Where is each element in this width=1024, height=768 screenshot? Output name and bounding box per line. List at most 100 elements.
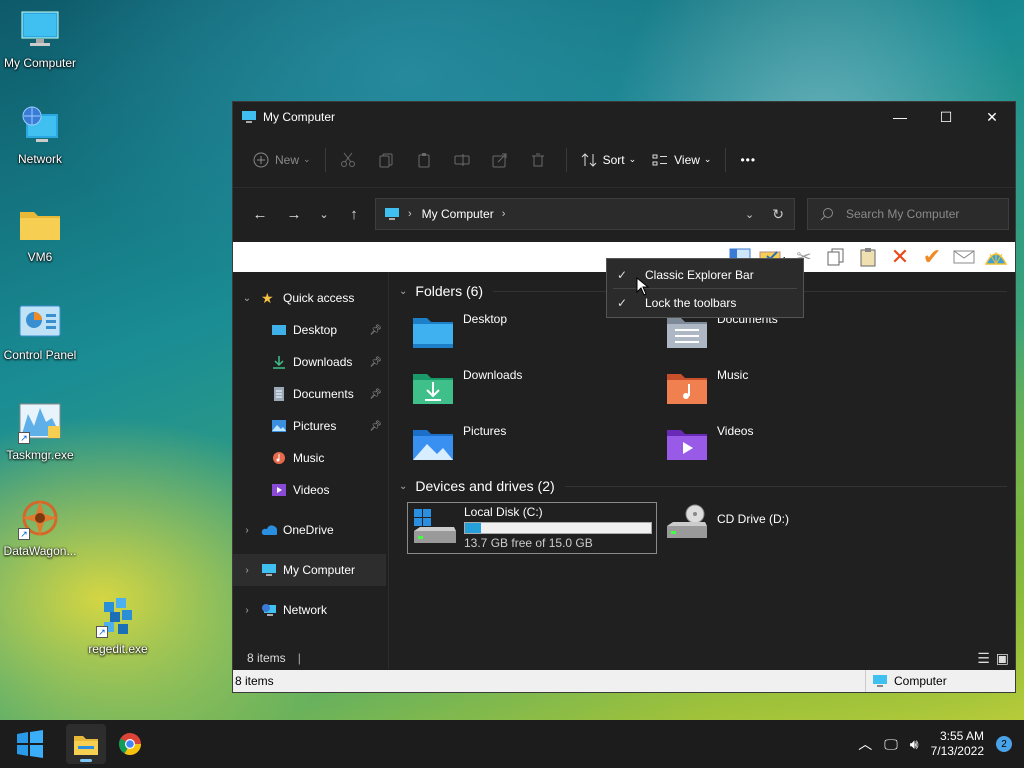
folder-tile-music[interactable]: Music: [665, 368, 905, 418]
paste-icon[interactable]: [855, 244, 881, 270]
more-options-button[interactable]: •••: [732, 144, 764, 176]
desktop-icon-label: VM6: [27, 250, 53, 264]
clock[interactable]: 3:55 AM 7/13/2022: [931, 729, 984, 759]
desktop-icon-regedit[interactable]: ↗ regedit.exe: [78, 594, 158, 656]
new-button[interactable]: New ⌄: [245, 144, 319, 176]
monitor-icon: [873, 675, 887, 687]
desktop-icon-my-computer[interactable]: My Computer: [0, 8, 80, 70]
status-bar: 8 items | ☰ ▣: [247, 649, 1009, 667]
drive-tile-cd[interactable]: CD Drive (D:): [665, 504, 905, 554]
desktop-icon-label: regedit.exe: [88, 642, 148, 656]
sidebar-item-pictures[interactable]: Pictures 📌︎: [233, 410, 388, 442]
folder-tile-desktop[interactable]: Desktop: [411, 312, 651, 362]
desktop-icon-datawagon[interactable]: ↗ DataWagon...: [0, 496, 80, 558]
documents-folder-icon: [667, 318, 707, 348]
notification-badge[interactable]: 2: [996, 736, 1012, 752]
delete-x-icon[interactable]: ✕: [887, 244, 913, 270]
sidebar-item-desktop[interactable]: Desktop 📌︎: [233, 314, 388, 346]
explorer-window: My Computer — ☐ ✕ New ⌄ Sort ⌄ View ⌄ ••…: [232, 101, 1016, 693]
chevron-down-icon[interactable]: ⌄: [399, 286, 407, 297]
forward-button[interactable]: →: [277, 199, 311, 229]
command-bar: New ⌄ Sort ⌄ View ⌄ •••: [233, 132, 1015, 188]
desktop-icon-taskmgr[interactable]: ↗ Taskmgr.exe: [0, 400, 80, 462]
drive-tile-local-disk[interactable]: Local Disk (C:) 13.7 GB free of 15.0 GB: [407, 502, 657, 554]
view-button[interactable]: View ⌄: [644, 144, 719, 176]
document-icon: [274, 387, 284, 401]
classic-status-bar: 8 items Computer: [233, 670, 1015, 692]
sort-button[interactable]: Sort ⌄: [573, 144, 645, 176]
sidebar-item-onedrive[interactable]: › OneDrive: [233, 514, 388, 546]
taskbar-chrome[interactable]: [110, 724, 150, 764]
email-icon[interactable]: [951, 244, 977, 270]
desktop-icon-control-panel[interactable]: Control Panel: [0, 300, 80, 362]
devices-group-header[interactable]: ⌄ Devices and drives (2): [391, 473, 1015, 499]
details-view-icon[interactable]: ☰: [977, 650, 990, 667]
minimize-button[interactable]: —: [877, 102, 923, 132]
chevron-down-icon[interactable]: ⌄: [399, 481, 407, 492]
network-status-icon[interactable]: 🖵︎: [884, 736, 898, 753]
sidebar-item-documents[interactable]: Documents 📌︎: [233, 378, 388, 410]
sidebar-item-network[interactable]: › Network: [233, 594, 388, 626]
address-bar[interactable]: › My Computer › ⌄ ↻: [375, 198, 795, 230]
plus-circle-icon: [253, 152, 269, 167]
up-button[interactable]: ↑: [337, 199, 371, 229]
pin-icon: 📌︎: [369, 356, 382, 368]
sidebar-item-quick-access[interactable]: ⌄ ★ Quick access: [233, 282, 388, 314]
properties-check-icon[interactable]: ✔: [919, 244, 945, 270]
rename-button[interactable]: [446, 144, 484, 176]
copy-icon[interactable]: [823, 244, 849, 270]
address-row: ← → ⌄ ↑ › My Computer › ⌄ ↻ Search My Co…: [233, 188, 1015, 240]
close-button[interactable]: ✕: [969, 102, 1015, 132]
search-icon: [820, 208, 833, 221]
disk-usage-fill: [465, 523, 482, 533]
cut-button[interactable]: [332, 144, 370, 176]
pictures-folder-icon: [413, 430, 453, 460]
desktop-icon-label: Taskmgr.exe: [6, 448, 74, 462]
folder-label: Videos: [717, 424, 754, 438]
search-input[interactable]: Search My Computer: [807, 198, 1009, 230]
folder-tile-videos[interactable]: Videos: [665, 424, 905, 474]
chevron-right-icon[interactable]: ›: [233, 605, 261, 616]
clock-date: 7/13/2022: [930, 744, 984, 758]
address-dropdown-icon[interactable]: ⌄: [745, 208, 754, 221]
sidebar-item-label: Network: [283, 603, 328, 617]
sidebar-item-label: Downloads: [293, 355, 353, 369]
title-bar[interactable]: My Computer — ☐ ✕: [233, 102, 1015, 132]
chevron-right-icon[interactable]: ›: [233, 525, 261, 536]
desktop-icon-vm6[interactable]: VM6: [0, 202, 80, 264]
paste-button[interactable]: [408, 144, 446, 176]
cloud-icon: [261, 525, 277, 535]
group-title: Folders (6): [415, 283, 484, 299]
refresh-icon[interactable]: ↻: [772, 206, 784, 223]
sidebar-item-label: OneDrive: [283, 523, 334, 537]
sidebar-item-my-computer[interactable]: › My Computer: [233, 554, 386, 586]
chevron-right-icon[interactable]: ›: [233, 565, 261, 576]
music-icon: [273, 452, 285, 464]
folder-tile-documents[interactable]: Documents: [665, 312, 905, 362]
windows-logo-icon: [17, 730, 43, 758]
sidebar-item-music[interactable]: Music: [233, 442, 388, 474]
shell-icon[interactable]: [983, 244, 1009, 270]
back-button[interactable]: ←: [243, 199, 277, 229]
show-hidden-icons-chevron-icon[interactable]: ︿: [858, 734, 872, 754]
recent-locations-button[interactable]: ⌄: [311, 199, 337, 229]
sidebar-item-downloads[interactable]: Downloads 📌︎: [233, 346, 388, 378]
desktop-icon-network[interactable]: Network: [0, 104, 80, 166]
sidebar-item-videos[interactable]: Videos: [233, 474, 388, 506]
breadcrumb-my-computer[interactable]: My Computer: [422, 207, 494, 221]
desktop-icon-label: My Computer: [3, 56, 77, 70]
taskbar-file-explorer[interactable]: [66, 724, 106, 764]
delete-button[interactable]: [522, 144, 560, 176]
share-button[interactable]: [484, 144, 522, 176]
folder-tile-downloads[interactable]: Downloads: [411, 368, 651, 418]
maximize-button[interactable]: ☐: [923, 102, 969, 132]
monitor-icon: [242, 111, 256, 123]
copy-button[interactable]: [370, 144, 408, 176]
chevron-down-icon[interactable]: ⌄: [233, 293, 261, 304]
folder-tile-pictures[interactable]: Pictures: [411, 424, 651, 474]
volume-icon[interactable]: 🔊︎: [910, 736, 919, 753]
start-button[interactable]: [10, 724, 50, 764]
video-icon: [272, 484, 286, 496]
drive-name: Local Disk (C:): [464, 505, 543, 519]
large-icons-view-icon[interactable]: ▣: [996, 650, 1009, 667]
